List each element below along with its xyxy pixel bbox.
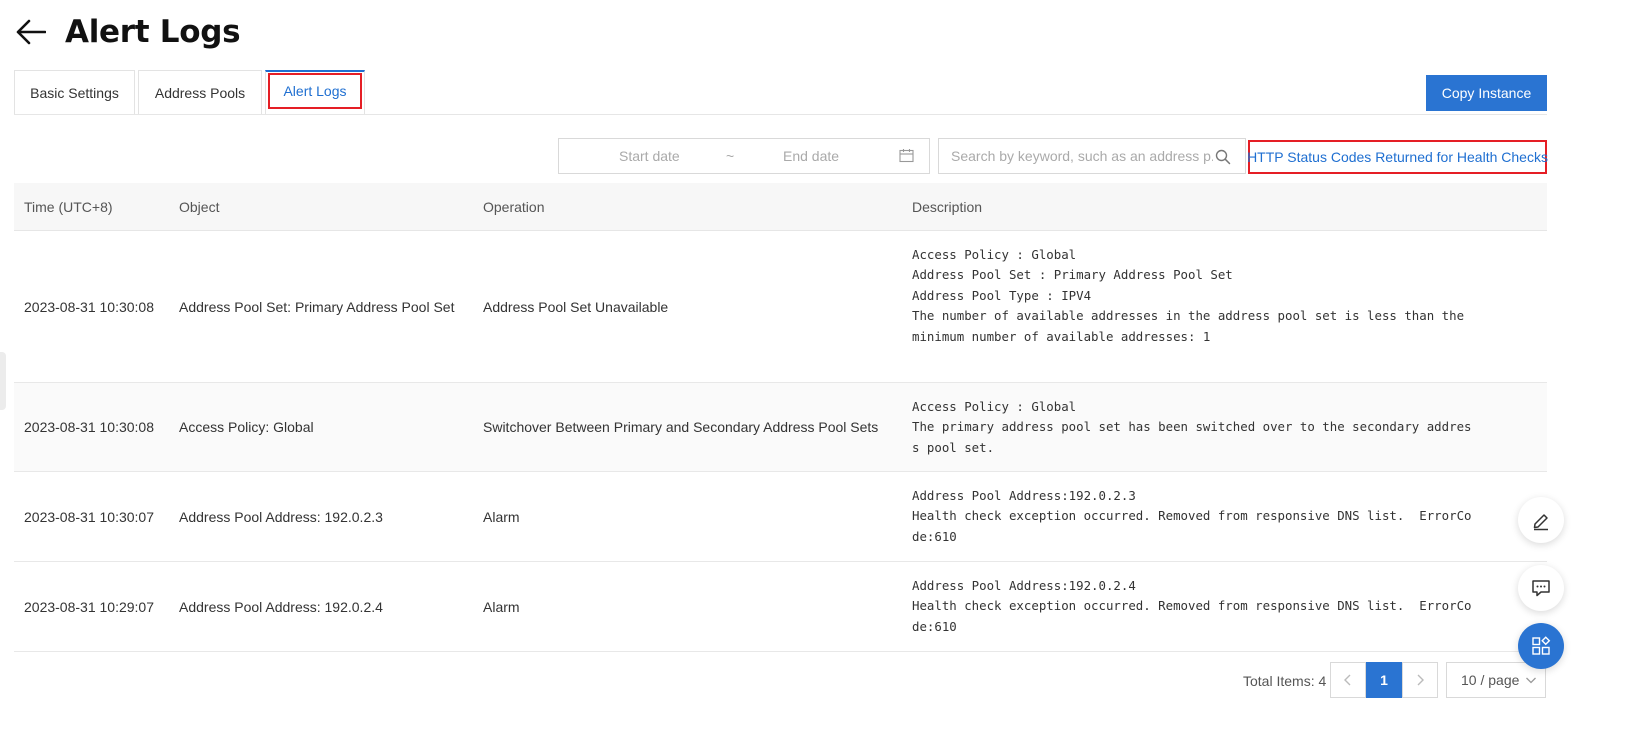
date-separator: ~ [726,148,735,164]
row-object: Address Pool Address: 192.0.2.3 [179,508,383,525]
alert-logs-table: Time (UTC+8) Object Operation Descriptio… [14,183,1547,652]
page-header: Alert Logs [14,10,241,54]
chevron-right-icon [1417,674,1424,686]
row-time: 2023-08-31 10:29:07 [24,598,154,615]
column-header-object: Object [179,199,220,215]
feedback-chat-icon[interactable] [1518,565,1564,611]
page-button-current[interactable]: 1 [1366,662,1402,698]
column-header-description: Description [912,199,983,215]
chevron-left-icon [1344,674,1351,686]
table-row: 2023-08-31 10:30:08 Access Policy: Globa… [14,383,1547,472]
tab-address-pools[interactable]: Address Pools [138,70,262,115]
apps-grid-icon[interactable] [1518,623,1564,669]
tab-alert-logs-label: Alert Logs [268,73,362,109]
copy-instance-button[interactable]: Copy Instance [1426,75,1547,111]
date-range-picker[interactable]: Start date ~ End date [558,138,930,174]
tab-bar: Basic Settings Address Pools Alert Logs [14,70,368,115]
http-status-codes-link[interactable]: HTTP Status Codes Returned for Health Ch… [1247,140,1548,174]
row-time: 2023-08-31 10:30:08 [24,419,154,435]
row-description: Access Policy : Global The primary addre… [912,399,1472,455]
chevron-down-icon [1526,677,1536,684]
search-input[interactable] [951,148,1213,164]
column-header-operation: Operation [483,199,545,215]
total-items-label: Total Items: 4 [1243,673,1327,689]
tabs-divider [14,114,1547,115]
keyword-search-box [938,138,1246,174]
calendar-icon [899,149,914,163]
table-row: 2023-08-31 10:30:08 Address Pool Set: Pr… [14,231,1547,383]
row-operation: Alarm [483,508,520,525]
page-size-select[interactable]: 10 / page [1446,662,1546,698]
search-icon[interactable] [1215,149,1231,165]
next-page-button[interactable] [1402,662,1438,698]
row-time: 2023-08-31 10:30:07 [24,508,154,525]
row-object: Address Pool Address: 192.0.2.4 [179,598,383,615]
row-object: Access Policy: Global [179,419,314,435]
page-title: Alert Logs [65,14,241,50]
tab-basic-settings[interactable]: Basic Settings [14,70,135,115]
row-description: Address Pool Address:192.0.2.4 Health ch… [912,578,1472,634]
row-operation: Switchover Between Primary and Secondary… [483,419,879,435]
row-object: Address Pool Set: Primary Address Pool S… [179,298,455,315]
end-date-input[interactable]: End date [783,148,839,164]
table-row: 2023-08-31 10:29:07 Address Pool Address… [14,562,1547,652]
row-description: Address Pool Address:192.0.2.3 Health ch… [912,488,1472,544]
table-row: 2023-08-31 10:30:07 Address Pool Address… [14,472,1547,562]
column-header-time: Time (UTC+8) [24,199,113,215]
arrow-left-icon[interactable] [14,15,48,49]
side-panel-handle[interactable] [0,352,6,410]
row-operation: Alarm [483,598,520,615]
page-size-value: 10 / page [1461,672,1520,688]
prev-page-button[interactable] [1330,662,1366,698]
tab-alert-logs[interactable]: Alert Logs [265,70,365,115]
row-description: Access Policy : Global Address Pool Set … [912,247,1465,344]
row-operation: Address Pool Set Unavailable [483,298,669,315]
start-date-input[interactable]: Start date [619,148,680,164]
row-time: 2023-08-31 10:30:08 [24,298,154,315]
edit-icon[interactable] [1518,497,1564,543]
table-header: Time (UTC+8) Object Operation Descriptio… [14,183,1547,231]
